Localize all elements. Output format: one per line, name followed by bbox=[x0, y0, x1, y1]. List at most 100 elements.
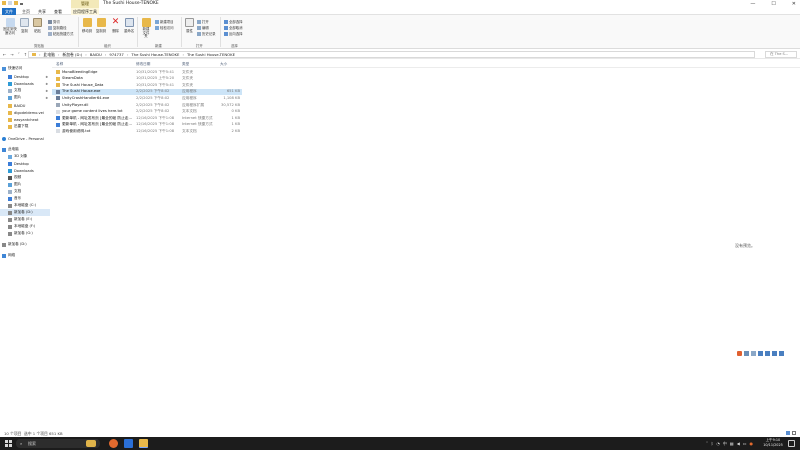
nav-item-downloads[interactable]: Downloads ✱ bbox=[0, 80, 50, 87]
nav-pc-drive-g[interactable]: 新加卷 (G:) bbox=[0, 230, 50, 237]
breadcrumb-item[interactable]: BAIDU bbox=[90, 52, 102, 57]
nav-pc-drive-f[interactable]: 本地磁盘 (F:) bbox=[0, 223, 50, 230]
new-item-button[interactable]: 新建项目 bbox=[155, 19, 174, 24]
move-to-button[interactable]: 移动到 bbox=[82, 18, 92, 33]
notification-icon[interactable] bbox=[788, 440, 795, 447]
chevron-down-icon[interactable] bbox=[20, 3, 23, 5]
open-button[interactable]: 打开 bbox=[197, 19, 209, 24]
start-button[interactable] bbox=[5, 440, 12, 447]
properties-button[interactable]: 属性 bbox=[185, 18, 194, 33]
nav-drive-d-root[interactable]: 新加卷 (D:) bbox=[0, 241, 50, 248]
file-row[interactable]: 更新单机 - 网址发布页 [最全的破 防止走... 12/16/2025 下午1:… bbox=[52, 115, 242, 122]
invert-selection-button[interactable]: 反向选择 bbox=[224, 31, 243, 36]
delete-button[interactable]: ✕ 删除 bbox=[111, 18, 120, 34]
column-size[interactable]: 大小 bbox=[220, 62, 227, 67]
maximize-button[interactable]: ☐ bbox=[771, 0, 775, 8]
nav-pc-documents[interactable]: 文档 bbox=[0, 188, 50, 195]
minimize-button[interactable]: — bbox=[750, 0, 755, 8]
nav-item-desktop[interactable]: Desktop ✱ bbox=[0, 73, 50, 80]
file-row[interactable]: MonoBleedingEdge 10/31/2025 下午5:41 文件夹 bbox=[52, 69, 242, 76]
network-icon[interactable]: ▦ bbox=[730, 439, 734, 448]
breadcrumb-item[interactable]: 新加卷 (D:) bbox=[62, 52, 82, 58]
nav-pc-drive-d[interactable]: 新加卷 (D:) bbox=[0, 209, 50, 216]
nav-network[interactable]: 网络 bbox=[0, 252, 50, 259]
rename-button[interactable]: 重命名 bbox=[124, 18, 134, 33]
taskbar-app-edge[interactable] bbox=[124, 439, 133, 448]
tab-view[interactable]: 查看 bbox=[52, 8, 64, 15]
tab-share[interactable]: 共享 bbox=[36, 8, 48, 15]
file-row[interactable]: your game content lives here.txt 2/2/2025… bbox=[52, 109, 242, 116]
taskbar-clock[interactable]: 上午9:10 10/11/2025 bbox=[760, 438, 786, 448]
ime-indicator-icon[interactable]: 中 bbox=[723, 439, 727, 448]
file-row[interactable]: UnityPlayer.dll 2/2/2025 下午8:02 应用程序扩展 30,5… bbox=[52, 102, 242, 109]
taskbar-search[interactable]: ⌕ 搜索 bbox=[16, 439, 100, 448]
copy-to-button[interactable]: 复制到 bbox=[96, 18, 106, 33]
nav-item-baidu[interactable]: BAIDU bbox=[0, 102, 50, 109]
ime-mode-icon[interactable] bbox=[744, 351, 749, 356]
battery-icon[interactable]: ▭ bbox=[743, 439, 747, 448]
nav-pc-videos[interactable]: 视频 bbox=[0, 174, 50, 181]
file-row[interactable]: The Sushi House_Data 10/31/2025 下午5:41 文件夹 bbox=[52, 82, 242, 89]
select-none-button[interactable]: 全部取消 bbox=[224, 25, 243, 30]
paste-shortcut-button[interactable]: 粘贴快捷方式 bbox=[48, 31, 73, 36]
bluetooth-icon[interactable]: ᛒ bbox=[711, 439, 713, 448]
properties-icon[interactable] bbox=[8, 1, 12, 5]
cut-button[interactable]: 剪切 bbox=[48, 19, 60, 24]
nav-pc-downloads[interactable]: Downloads bbox=[0, 167, 50, 174]
nav-item-pictures[interactable]: 图片 ✱ bbox=[0, 94, 50, 101]
nav-pc-drive-c[interactable]: 本地磁盘 (C:) bbox=[0, 202, 50, 209]
column-name[interactable]: 名称 bbox=[56, 62, 63, 67]
breadcrumb-item[interactable]: The Sushi House-TENOKE bbox=[187, 52, 235, 57]
up-button[interactable]: ↑ bbox=[24, 51, 27, 58]
tab-home[interactable]: 主页 bbox=[20, 8, 32, 15]
manage-contextual-tab[interactable]: 管理 bbox=[71, 0, 99, 8]
nav-item-xunlei[interactable]: 迅雷下载 bbox=[0, 123, 50, 130]
edit-button[interactable]: 编辑 bbox=[197, 25, 209, 30]
easy-access-button[interactable]: 轻松访问 bbox=[155, 25, 174, 30]
chevron-up-icon[interactable]: ˄ bbox=[706, 439, 708, 448]
file-row[interactable]: The Sushi House.exe 2/2/2025 下午8:02 应用程序 65… bbox=[52, 88, 242, 96]
file-row[interactable]: 更新单机 - 网址发布页 [最全的破 防止走... 12/16/2025 下午1:… bbox=[52, 122, 242, 129]
column-date[interactable]: 修改日期 bbox=[136, 62, 150, 67]
copy-button[interactable]: 复制 bbox=[20, 18, 29, 33]
taskbar-app-firefox[interactable] bbox=[109, 439, 118, 448]
nav-item-easyantcheat[interactable]: easyantcheat bbox=[0, 116, 50, 123]
column-type[interactable]: 类型 bbox=[182, 62, 189, 67]
copy-path-button[interactable]: 复制路径 bbox=[48, 25, 67, 30]
file-row[interactable]: UnityCrashHandler64.exe 2/2/2025 下午8:02 应用… bbox=[52, 95, 242, 102]
address-bar[interactable]: › 此电脑 › 新加卷 (D:) › BAIDU › 974737 › The … bbox=[28, 51, 755, 58]
ime-skin-icon[interactable] bbox=[772, 351, 777, 356]
nav-pc-drive-e[interactable]: 新加卷 (E:) bbox=[0, 216, 50, 223]
nav-quick-access[interactable]: 快速访问 bbox=[0, 65, 50, 72]
tab-application-tools[interactable]: 应用程序工具 bbox=[71, 8, 99, 15]
file-row[interactable]: 游戏使用说明.txt 12/16/2025 下午1:08 文本文档 2 KB bbox=[52, 128, 242, 135]
nav-item-documents[interactable]: 文档 ✱ bbox=[0, 87, 50, 94]
new-folder-icon[interactable] bbox=[14, 1, 18, 5]
new-folder-button[interactable]: 新建文件夹 bbox=[141, 18, 151, 39]
taskbar-app-file-explorer[interactable] bbox=[139, 439, 148, 448]
tab-file[interactable]: 文件 bbox=[2, 8, 16, 15]
breadcrumb-item[interactable]: 此电脑 bbox=[44, 52, 55, 58]
nav-pc-desktop[interactable]: Desktop bbox=[0, 160, 50, 167]
nav-pc-3d-objects[interactable]: 3D 对象 bbox=[0, 153, 50, 160]
recent-dropdown[interactable]: ˅ bbox=[18, 51, 20, 58]
breadcrumb-item[interactable]: 974737 bbox=[109, 52, 124, 57]
volume-icon[interactable]: ◀ bbox=[737, 439, 740, 448]
ime-menu-icon[interactable] bbox=[779, 351, 784, 356]
security-icon[interactable]: ● bbox=[750, 439, 754, 448]
pin-quick-access-button[interactable]: 固定到快速访问 bbox=[3, 18, 17, 35]
close-button[interactable]: ✕ bbox=[792, 0, 796, 8]
nav-pc-pictures[interactable]: 图片 bbox=[0, 181, 50, 188]
ime-logo-icon[interactable] bbox=[737, 351, 742, 356]
large-icons-view-icon[interactable] bbox=[792, 431, 796, 435]
history-button[interactable]: 历史记录 bbox=[197, 31, 216, 36]
details-view-icon[interactable] bbox=[786, 431, 790, 435]
search-box[interactable]: 在 The S... bbox=[765, 51, 797, 58]
wifi-icon[interactable]: ◔ bbox=[716, 439, 720, 448]
nav-pc-music[interactable]: 音乐 bbox=[0, 195, 50, 202]
nav-onedrive[interactable]: OneDrive - Personal bbox=[0, 135, 50, 142]
nav-this-pc[interactable]: 此电脑 bbox=[0, 146, 50, 153]
nav-item-dlgodeldemo[interactable]: dlgodeldemo.vei bbox=[0, 109, 50, 116]
forward-button[interactable]: → bbox=[10, 51, 13, 58]
ime-keyboard-icon[interactable] bbox=[765, 351, 770, 356]
